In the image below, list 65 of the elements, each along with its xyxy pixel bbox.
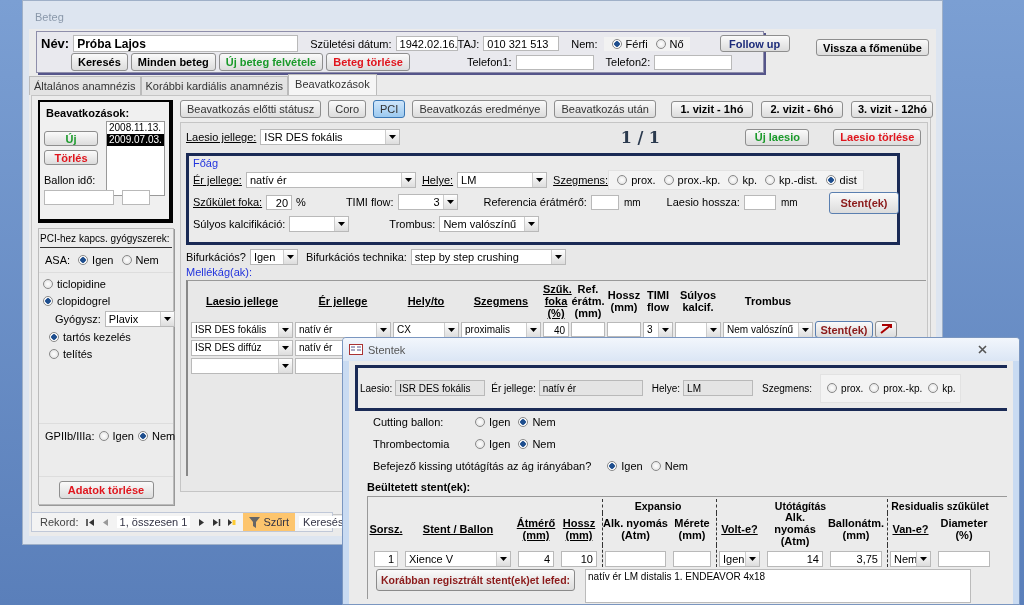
field-label: Referencia érátmérő:	[483, 196, 587, 208]
column-group-header: Utótágítás	[716, 499, 884, 513]
column-header: Van-e?	[887, 513, 933, 545]
window-title: Beteg	[34, 10, 65, 25]
field-label: Szegmens:	[553, 174, 609, 186]
field-label: Thrombectomia	[373, 438, 451, 450]
column-header: Alk. nyomás (Atm)	[602, 513, 668, 545]
column-header: Hossz (mm)	[561, 516, 597, 543]
column-header: Átmérő (mm)	[516, 516, 556, 543]
field-label: Telefon1:	[466, 56, 512, 68]
column-header: Szűk. foka (%)	[543, 283, 569, 319]
field-label: Születési dátum:	[310, 37, 392, 50]
panel-title: PCI-hez kapcs. gyógyszerek:	[40, 229, 172, 248]
column-header: Ballonátm. (mm)	[828, 516, 884, 543]
field-label: Bifurkációs?	[186, 251, 246, 263]
column-header: Mérete (mm)	[673, 516, 711, 543]
column-header: Hely/to	[406, 295, 446, 307]
column-group-header: Expansio	[602, 499, 713, 513]
field-label: ASA:	[45, 254, 71, 266]
field-label: mm	[780, 196, 798, 208]
column-header: TIMI flow	[646, 289, 670, 313]
field-label: Ér jellege:	[491, 382, 536, 394]
field-label: Laesio jellege:	[186, 131, 257, 143]
field-label: Trombus:	[389, 218, 436, 230]
field-label: mm	[623, 196, 641, 208]
field-label: Gyógysz:	[55, 312, 101, 325]
field-label: Súlyos kalcifikáció:	[193, 218, 286, 230]
column-header: Ref. érátm. (mm)	[571, 283, 605, 319]
field-label: Nem:	[571, 37, 598, 50]
window-title: Stentek	[368, 343, 406, 356]
section-title: Beültetett stent(ek):	[367, 481, 472, 493]
column-header: Sorsz.	[372, 522, 400, 537]
field-label: TAJ:	[457, 37, 480, 50]
column-header: Szegmens	[472, 295, 530, 307]
column-header: Súlyos kalcif.	[678, 289, 718, 313]
panel-title: Beavatkozások:	[46, 107, 131, 119]
field-label: TIMI flow:	[345, 196, 394, 208]
field-label: Név:	[41, 36, 70, 51]
field-label: GPIIb/IIIa:	[45, 430, 95, 442]
field-label: Rekord:	[40, 516, 79, 528]
field-label: Ballon idő:	[44, 174, 97, 186]
field-label: %	[296, 196, 306, 208]
column-header: Stent / Ballon	[421, 522, 495, 537]
field-label: Laesio hossza:	[666, 196, 740, 208]
field-label: Ér jellege:	[193, 174, 242, 186]
field-label: Laesio:	[360, 382, 393, 394]
lesion-counter: 1 / 1	[619, 127, 661, 147]
section-title: Mellékág(ak):	[186, 266, 254, 278]
field-label: Helye:	[421, 174, 454, 186]
column-header: Hossz (mm)	[607, 289, 641, 313]
field-label: Telefon2:	[605, 56, 651, 68]
field-label: Helye:	[651, 382, 681, 394]
field-label: Cutting ballon:	[373, 416, 445, 428]
column-header: Laesio jellege	[204, 295, 280, 307]
field-label: Befejező kissing utótágítás az ág irányában?	[373, 460, 592, 472]
field-label: Szűkület foka:	[193, 196, 263, 208]
column-header: Alk. nyomás (Atm)	[773, 513, 816, 545]
field-label: Szegmens:	[762, 382, 813, 394]
column-header: Diameter (%)	[939, 516, 989, 543]
column-header: Trombus	[743, 295, 793, 307]
column-group-header: Residualis szűkület	[887, 499, 992, 513]
section-title: Főág	[193, 157, 220, 169]
column-header: Volt-e?	[716, 513, 762, 545]
field-label: Bifurkációs technika:	[305, 251, 407, 263]
column-header: Ér jellege	[317, 295, 369, 307]
